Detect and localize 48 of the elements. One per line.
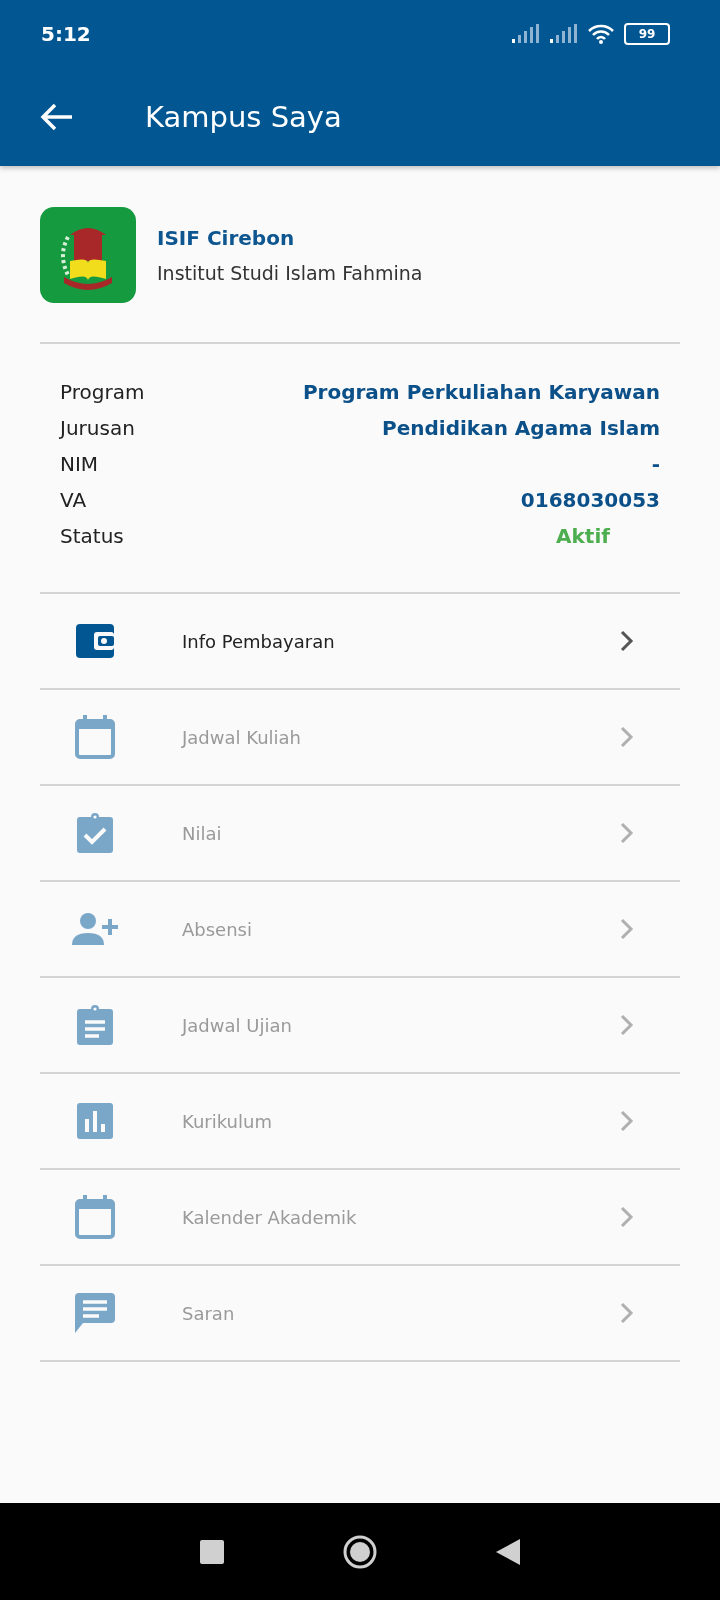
status-time: 5:12	[41, 22, 91, 46]
calendar-icon	[75, 1195, 115, 1239]
wifi-icon	[588, 24, 614, 44]
chat-icon	[75, 1293, 115, 1333]
chevron-right-icon	[620, 630, 634, 652]
chevron-right-icon	[620, 1014, 634, 1036]
battery-icon: 99	[624, 23, 670, 45]
menu-item-label: Jadwal Kuliah	[182, 726, 302, 748]
signal-icon	[550, 24, 578, 44]
menu-item-label: Saran	[182, 1302, 236, 1324]
chevron-right-icon	[620, 822, 634, 844]
detail-value: -	[651, 452, 660, 476]
clipboard-list-icon	[77, 1005, 113, 1045]
chevron-right-icon	[620, 1206, 634, 1228]
detail-label: Program	[60, 380, 145, 404]
menu-item-label: Jadwal Ujian	[182, 1014, 293, 1036]
detail-label: VA	[60, 488, 87, 512]
recents-icon[interactable]	[200, 1539, 224, 1564]
detail-label: NIM	[60, 452, 99, 476]
chevron-right-icon	[620, 1110, 634, 1132]
detail-value: 0168030053	[520, 488, 660, 512]
detail-value: Pendidikan Agama Islam	[382, 416, 660, 440]
campus-full-name: Institut Studi Islam Fahmina	[157, 262, 423, 284]
campus-logo-icon	[40, 207, 136, 303]
chevron-right-icon	[620, 1302, 634, 1324]
app-bar-title: Kampus Saya	[145, 100, 342, 134]
menu-item-label: Absensi	[182, 918, 253, 940]
home-icon[interactable]	[342, 1533, 378, 1570]
person-add-icon	[72, 913, 118, 945]
wallet-icon	[76, 624, 114, 658]
menu-item-label: Kalender Akademik	[182, 1206, 358, 1228]
clipboard-check-icon	[77, 813, 113, 853]
menu-item-label: Nilai	[182, 822, 223, 844]
signal-icon	[512, 24, 540, 44]
chevron-right-icon	[620, 726, 634, 748]
menu-item[interactable]: Info Pembayaran	[40, 594, 680, 690]
detail-label: Status	[60, 524, 124, 548]
detail-label: Jurusan	[60, 416, 135, 440]
back-icon[interactable]	[496, 1538, 520, 1565]
menu-item-label: Info Pembayaran	[182, 630, 336, 652]
detail-value: Program Perkuliahan Karyawan	[302, 380, 660, 404]
campus-name: ISIF Cirebon	[157, 226, 296, 250]
detail-value: Aktif	[555, 523, 611, 550]
chevron-right-icon	[620, 918, 634, 940]
calendar-icon	[75, 715, 115, 759]
menu-item-label: Kurikulum	[182, 1110, 273, 1132]
bar-chart-icon	[77, 1103, 113, 1139]
back-arrow-icon[interactable]	[40, 103, 74, 131]
